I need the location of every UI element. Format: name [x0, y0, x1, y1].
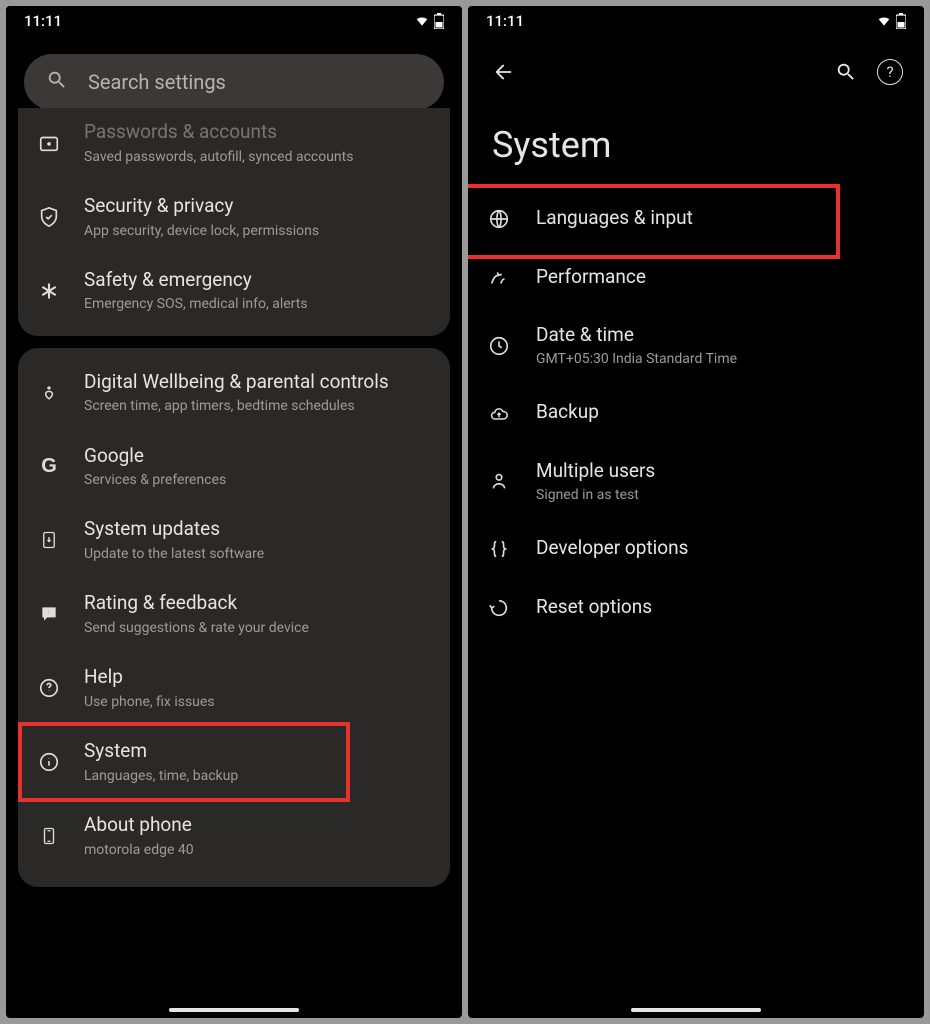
row-developer-options[interactable]: Developer options	[468, 520, 924, 579]
row-help[interactable]: Help Use phone, fix issues	[18, 651, 450, 725]
row-title: Help	[84, 665, 432, 690]
row-performance[interactable]: Performance	[468, 249, 924, 308]
back-button[interactable]	[482, 50, 526, 94]
row-title: Security & privacy	[84, 194, 432, 219]
shield-icon	[36, 204, 62, 230]
row-subtitle: Saved passwords, autofill, synced accoun…	[84, 148, 432, 166]
row-safety-emergency[interactable]: Safety & emergency Emergency SOS, medica…	[18, 254, 450, 328]
app-bar: ?	[468, 36, 924, 94]
search-icon	[46, 69, 68, 95]
row-title: Developer options	[536, 536, 906, 561]
row-reset-options[interactable]: Reset options	[468, 579, 924, 638]
row-passwords-accounts[interactable]: Passwords & accounts Saved passwords, au…	[18, 116, 450, 180]
help-button[interactable]: ?	[868, 50, 912, 94]
home-indicator[interactable]	[169, 1008, 299, 1012]
row-subtitle: App security, device lock, permissions	[84, 222, 432, 240]
row-title: Multiple users	[536, 459, 906, 484]
help-icon	[36, 675, 62, 701]
search-button[interactable]	[824, 50, 868, 94]
row-subtitle: GMT+05:30 India Standard Time	[536, 350, 906, 368]
globe-icon	[486, 206, 512, 232]
row-title: Languages & input	[536, 206, 906, 231]
status-time: 11:11	[486, 12, 524, 30]
row-system[interactable]: System Languages, time, backup	[18, 725, 450, 799]
row-digital-wellbeing[interactable]: Digital Wellbeing & parental controls Sc…	[18, 356, 450, 430]
feedback-icon	[36, 601, 62, 627]
status-bar: 11:11	[6, 6, 462, 36]
row-subtitle: Emergency SOS, medical info, alerts	[84, 295, 432, 313]
search-settings[interactable]: Search settings	[24, 54, 444, 110]
settings-group-1: Passwords & accounts Saved passwords, au…	[18, 108, 450, 336]
performance-icon	[486, 265, 512, 291]
wifi-icon	[876, 14, 892, 28]
wifi-icon	[414, 14, 430, 28]
search-placeholder: Search settings	[88, 70, 226, 94]
row-rating-feedback[interactable]: Rating & feedback Send suggestions & rat…	[18, 577, 450, 651]
status-icons	[876, 13, 906, 29]
google-icon: G	[36, 453, 62, 479]
row-title: Google	[84, 444, 432, 469]
row-subtitle: Signed in as test	[536, 486, 906, 504]
cloud-icon	[486, 401, 512, 427]
status-bar: 11:11	[468, 6, 924, 36]
battery-icon	[896, 13, 906, 29]
row-subtitle: motorola edge 40	[84, 841, 432, 859]
asterisk-icon	[36, 278, 62, 304]
row-title: Backup	[536, 400, 906, 425]
row-multiple-users[interactable]: Multiple users Signed in as test	[468, 443, 924, 520]
row-backup[interactable]: Backup	[468, 384, 924, 443]
row-subtitle: Update to the latest software	[84, 545, 432, 563]
row-date-time[interactable]: Date & time GMT+05:30 India Standard Tim…	[468, 307, 924, 384]
row-title: Safety & emergency	[84, 268, 432, 293]
help-circle-icon: ?	[877, 59, 903, 85]
row-subtitle: Services & preferences	[84, 471, 432, 489]
braces-icon	[486, 536, 512, 562]
row-title: System	[84, 739, 432, 764]
row-title: Passwords & accounts	[84, 120, 432, 145]
row-security-privacy[interactable]: Security & privacy App security, device …	[18, 180, 450, 254]
home-indicator[interactable]	[631, 1008, 761, 1012]
clock-icon	[486, 333, 512, 359]
phone-system: 11:11 ? System Languages & input	[468, 6, 924, 1018]
users-icon	[486, 468, 512, 494]
status-time: 11:11	[24, 12, 62, 30]
row-title: Reset options	[536, 595, 906, 620]
status-icons	[414, 13, 444, 29]
key-icon	[36, 130, 62, 156]
row-subtitle: Send suggestions & rate your device	[84, 619, 432, 637]
reset-icon	[486, 595, 512, 621]
info-icon	[36, 749, 62, 775]
row-about-phone[interactable]: About phone motorola edge 40	[18, 799, 450, 879]
page-title: System	[468, 94, 924, 190]
row-title: Digital Wellbeing & parental controls	[84, 370, 432, 395]
row-title: Performance	[536, 265, 906, 290]
phone-settings: 11:11 Search settings Passwords & accoun…	[6, 6, 462, 1018]
phone-icon	[36, 823, 62, 849]
row-title: Date & time	[536, 323, 906, 348]
settings-group-2: Digital Wellbeing & parental controls Sc…	[18, 348, 450, 887]
wellbeing-icon	[36, 380, 62, 406]
row-google[interactable]: G Google Services & preferences	[18, 430, 450, 504]
row-languages-input[interactable]: Languages & input	[468, 190, 924, 249]
row-title: Rating & feedback	[84, 591, 432, 616]
row-system-updates[interactable]: System updates Update to the latest soft…	[18, 503, 450, 577]
row-title: System updates	[84, 517, 432, 542]
update-icon	[36, 527, 62, 553]
battery-icon	[434, 13, 444, 29]
row-title: About phone	[84, 813, 432, 838]
row-subtitle: Languages, time, backup	[84, 767, 432, 785]
row-subtitle: Use phone, fix issues	[84, 693, 432, 711]
row-subtitle: Screen time, app timers, bedtime schedul…	[84, 397, 432, 415]
